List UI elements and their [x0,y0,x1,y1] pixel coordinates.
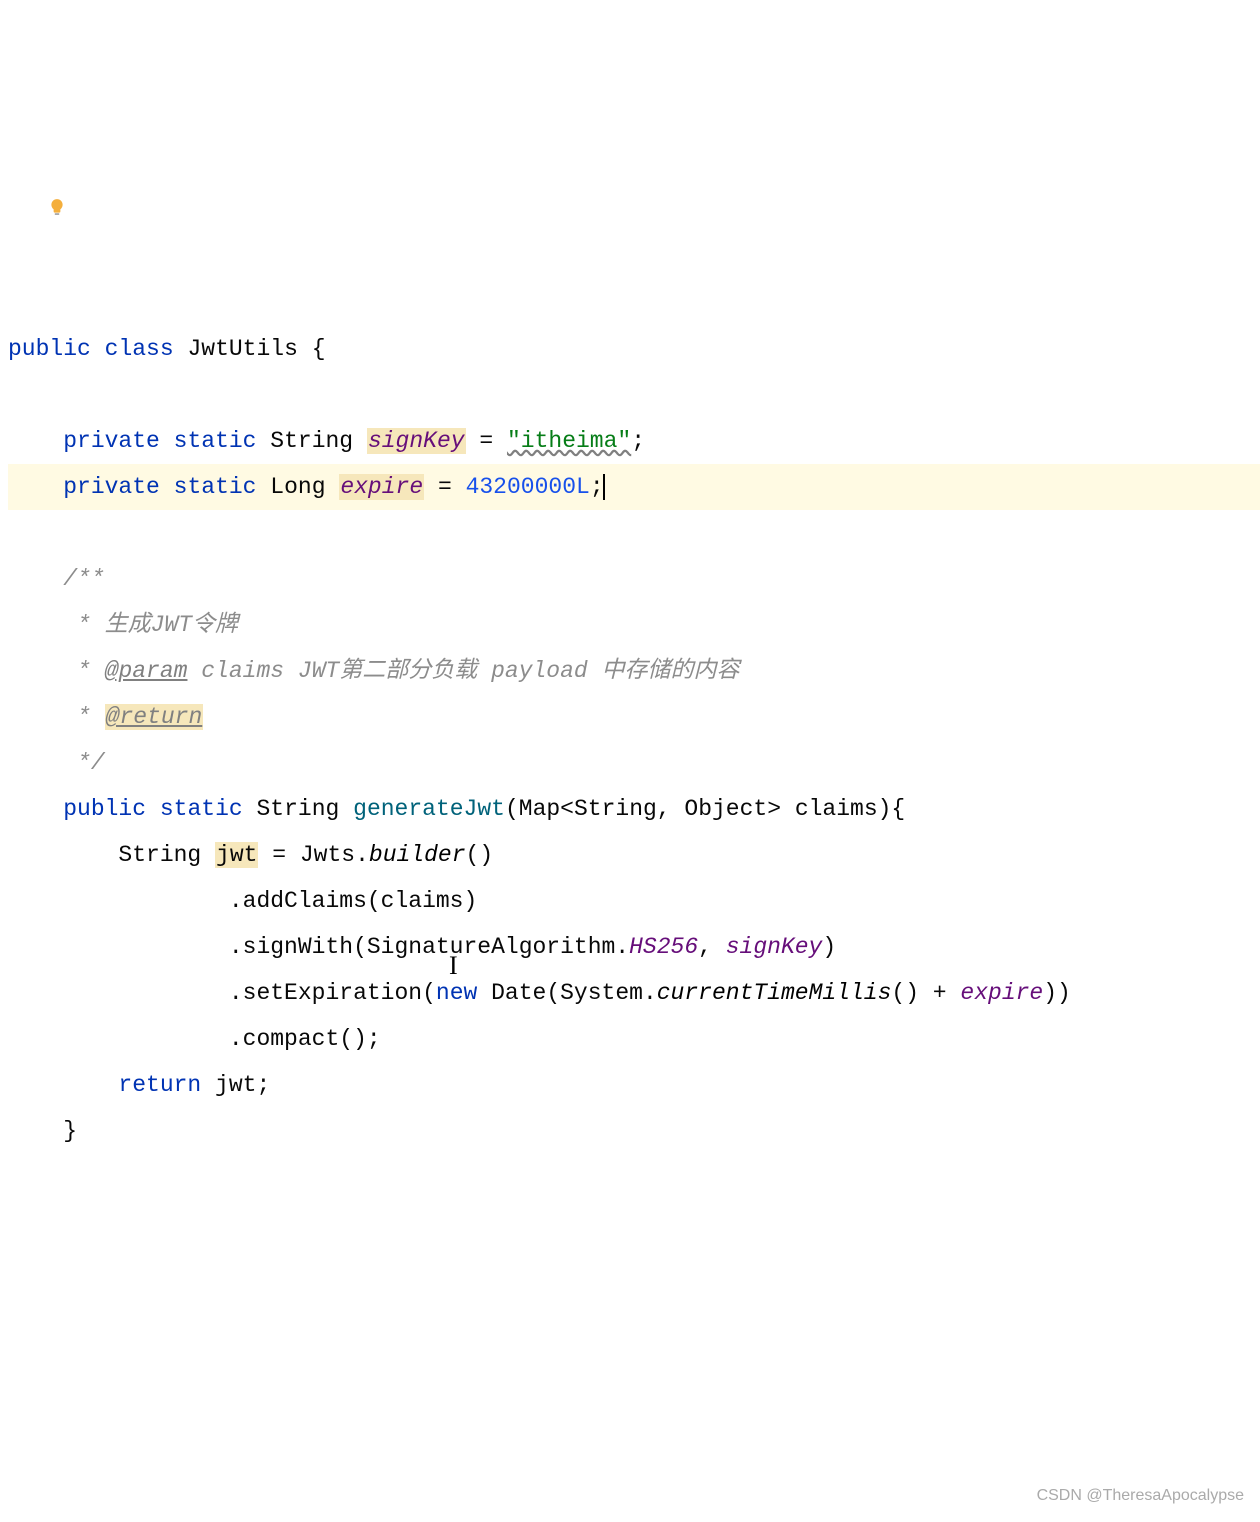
method-body-line: .signWith(SignatureAlgorithm.HS256, sign… [8,934,836,960]
javadoc-param-line: * @param claims JWT第二部分负载 payload 中存储的内容 [8,658,740,684]
javadoc-open: /** [8,566,105,592]
code-line-1: public class JwtUtils { [8,336,326,362]
javadoc-return-line: * @return [8,704,203,730]
method-close: } [8,1118,77,1144]
text-caret [603,474,605,500]
method-return-line: return jwt; [8,1072,270,1098]
javadoc-close: */ [8,750,105,776]
method-body-line: String jwt = Jwts.builder() [8,842,493,868]
javadoc-line: * 生成JWT令牌 [8,612,238,638]
intention-bulb-icon[interactable] [20,141,38,159]
method-signature: public static String generateJwt(Map<Str… [8,796,905,822]
code-editor[interactable]: public class JwtUtils { private static S… [8,280,1260,1200]
watermark-text: CSDN @TheresaApocalypse [1037,1480,1244,1512]
method-body-line: .addClaims(claims) [8,888,477,914]
code-line-3: private static String signKey = "itheima… [8,428,645,454]
method-body-line: .setExpiration(new Date(System.currentTi… [8,980,1071,1006]
method-body-line: .compact(); [8,1026,381,1052]
code-line-4-highlighted: private static Long expire = 43200000L; [8,464,1260,510]
